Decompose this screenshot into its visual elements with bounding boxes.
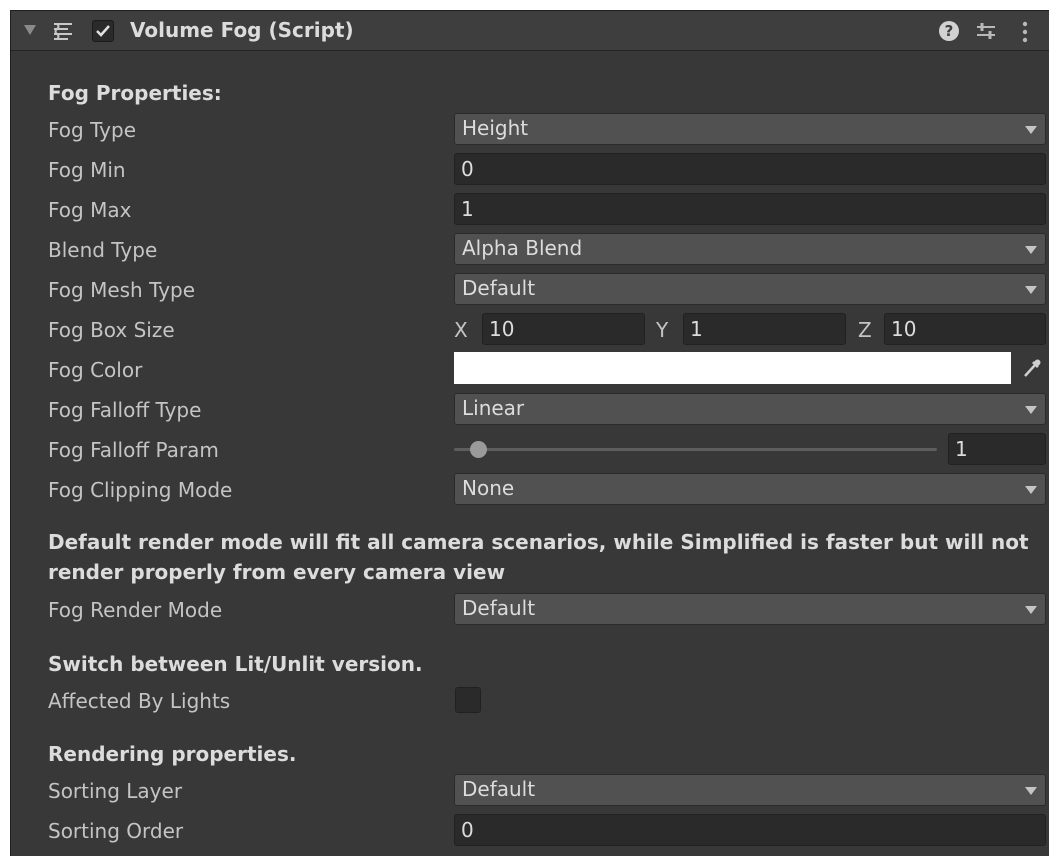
fog-render-mode-value: Default [462, 596, 536, 620]
fog-mesh-type-label: Fog Mesh Type [48, 278, 196, 302]
section-rendering-properties: Rendering properties. [48, 742, 297, 766]
falloff-param-slider-thumb[interactable] [470, 441, 487, 458]
fog-clipping-mode-value: None [462, 476, 515, 500]
box-size-x-label[interactable]: X [454, 317, 468, 343]
fog-color-swatch[interactable] [454, 352, 1011, 384]
box-size-z-field[interactable]: 10 [884, 313, 1046, 345]
affected-by-lights-label: Affected By Lights [48, 689, 231, 713]
presets-icon[interactable] [975, 21, 997, 41]
fog-mesh-type-dropdown[interactable]: Default [454, 273, 1046, 305]
box-size-y-field[interactable]: 1 [683, 313, 846, 345]
script-icon [54, 23, 72, 40]
component-title: Volume Fog (Script) [130, 18, 354, 42]
component-header[interactable]: Volume Fog (Script) ? [11, 11, 1049, 51]
sorting-layer-value: Default [462, 777, 536, 801]
fog-min-field[interactable]: 0 [454, 153, 1046, 185]
affected-by-lights-checkbox[interactable] [455, 687, 481, 713]
component-enabled-checkbox[interactable] [92, 20, 114, 42]
fog-clipping-mode-label: Fog Clipping Mode [48, 478, 233, 502]
sorting-order-field[interactable]: 0 [454, 814, 1046, 846]
help-icon[interactable]: ? [939, 21, 959, 41]
sorting-order-label: Sorting Order [48, 819, 184, 843]
fog-min-label: Fog Min [48, 158, 126, 182]
fog-falloff-type-value: Linear [462, 396, 525, 420]
fog-falloff-param-label: Fog Falloff Param [48, 438, 219, 462]
fog-type-dropdown[interactable]: Height [454, 113, 1046, 145]
fog-type-label: Fog Type [48, 118, 137, 142]
chevron-down-icon [1025, 486, 1037, 494]
chevron-down-icon [1025, 126, 1037, 134]
fog-max-label: Fog Max [48, 198, 132, 222]
render-mode-help-text: Default render mode will fit all camera … [48, 530, 1029, 584]
chevron-down-icon [1025, 606, 1037, 614]
fog-color-label: Fog Color [48, 358, 143, 382]
fog-type-value: Height [462, 116, 529, 140]
eyedropper-icon [1024, 359, 1041, 377]
chevron-down-icon [1025, 246, 1037, 254]
chevron-down-icon [1025, 286, 1037, 294]
blend-type-dropdown[interactable]: Alpha Blend [454, 233, 1046, 265]
context-menu-icon[interactable] [1021, 21, 1029, 43]
chevron-down-icon [1025, 406, 1037, 414]
fog-max-field[interactable]: 1 [454, 193, 1046, 225]
box-size-x-field[interactable]: 10 [482, 313, 645, 345]
box-size-z-label[interactable]: Z [858, 317, 872, 343]
sorting-layer-label: Sorting Layer [48, 779, 183, 803]
falloff-param-slider-track[interactable] [454, 448, 937, 451]
fog-render-mode-label: Fog Render Mode [48, 598, 223, 622]
box-size-y-label[interactable]: Y [656, 317, 668, 343]
section-fog-properties: Fog Properties: [48, 81, 222, 105]
fog-mesh-type-value: Default [462, 276, 536, 300]
blend-type-label: Blend Type [48, 238, 158, 262]
chevron-down-icon [1025, 787, 1037, 795]
inspector-component-panel: Volume Fog (Script) ? Fog Properties: Fo… [10, 10, 1049, 856]
blend-type-value: Alpha Blend [462, 236, 583, 260]
foldout-arrow-icon[interactable] [24, 25, 36, 35]
checkbox-checked-icon [96, 25, 110, 37]
fog-render-mode-dropdown[interactable]: Default [454, 593, 1046, 625]
fog-falloff-type-dropdown[interactable]: Linear [454, 393, 1046, 425]
eyedropper-button[interactable] [1016, 352, 1046, 384]
fog-falloff-type-label: Fog Falloff Type [48, 398, 202, 422]
falloff-param-field[interactable]: 1 [948, 433, 1046, 465]
sorting-layer-dropdown[interactable]: Default [454, 774, 1046, 806]
lit-help-text: Switch between Lit/Unlit version. [48, 652, 423, 676]
fog-clipping-mode-dropdown[interactable]: None [454, 473, 1046, 505]
fog-box-size-label: Fog Box Size [48, 318, 175, 342]
